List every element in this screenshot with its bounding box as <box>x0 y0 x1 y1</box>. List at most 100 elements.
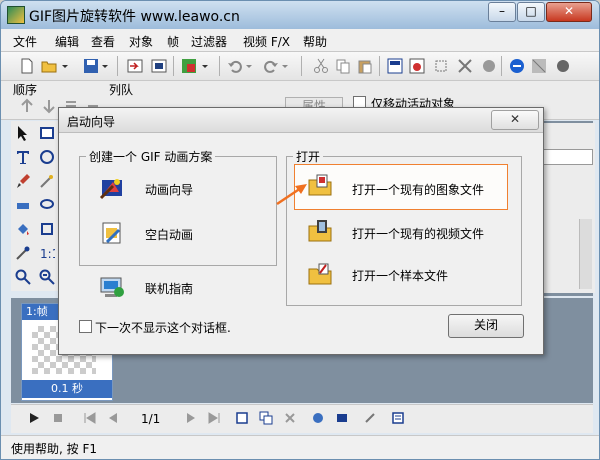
undo-dropdown-icon[interactable] <box>245 58 253 74</box>
open-image-label[interactable]: 打开一个现有的图象文件 <box>352 181 484 198</box>
play-icon[interactable] <box>27 411 41 425</box>
fill-bucket-icon[interactable] <box>15 221 31 237</box>
eyedropper-icon[interactable] <box>15 245 31 261</box>
eraser-icon[interactable] <box>15 197 31 213</box>
animation-wizard-label[interactable]: 动画向导 <box>145 181 193 198</box>
frame-transition-icon[interactable] <box>335 411 349 425</box>
zoom-out-icon[interactable] <box>39 269 55 285</box>
export-icon[interactable] <box>151 58 167 74</box>
transform-icon[interactable] <box>39 221 55 237</box>
redo-dropdown-icon[interactable] <box>281 58 289 74</box>
text-tool-icon[interactable] <box>15 149 31 165</box>
minimize-button[interactable]: – <box>488 2 516 22</box>
dont-show-label: 下一次不显示这个对话框. <box>95 321 231 335</box>
online-guide-label[interactable]: 联机指南 <box>145 280 193 297</box>
playback-bar: 1/1 <box>11 404 593 433</box>
queue-label: 列队 <box>109 83 134 97</box>
copy-icon[interactable] <box>335 58 351 74</box>
web-preview-icon[interactable] <box>509 58 525 74</box>
title-bar: GIF图片旋转软件 www.leawo.cn – □ ✕ <box>1 1 599 29</box>
resize-icon[interactable] <box>457 58 473 74</box>
main-toolbar <box>1 52 599 81</box>
zoom-in-icon[interactable] <box>15 269 31 285</box>
rotate-tool-icon[interactable] <box>39 149 55 165</box>
open-video-icon[interactable] <box>307 218 333 244</box>
create-animation-group: 创建一个 GIF 动画方案 <box>79 148 277 266</box>
open-folder-icon[interactable] <box>41 58 57 74</box>
panel-scrollbar[interactable] <box>579 219 592 289</box>
open-image-icon[interactable] <box>307 172 333 198</box>
delete-frame-icon[interactable] <box>283 411 297 425</box>
optimize-icon[interactable] <box>409 58 425 74</box>
last-frame-icon[interactable] <box>207 411 221 425</box>
menu-file[interactable]: 文件 <box>13 33 37 50</box>
brush-icon[interactable] <box>15 173 31 189</box>
startup-wizard-dialog: 启动向导 ✕ 创建一个 GIF 动画方案 动画向导 空白动画 联机指南 打开 打… <box>58 107 544 355</box>
cut-icon[interactable] <box>313 58 329 74</box>
object-dropdown[interactable] <box>539 149 593 165</box>
frame-duration: 0.1 秒 <box>22 380 112 398</box>
object-panel <box>536 123 595 293</box>
menu-edit[interactable]: 编辑 <box>55 33 79 50</box>
app-window: GIF图片旋转软件 www.leawo.cn – □ ✕ 文件 编辑 查看 对象… <box>0 0 600 460</box>
select-arrow-icon[interactable] <box>15 125 31 141</box>
order-label: 顺序 <box>13 83 38 97</box>
close-button[interactable]: ✕ <box>546 2 592 22</box>
blank-animation-icon[interactable] <box>99 220 125 246</box>
crop-icon[interactable] <box>433 58 449 74</box>
rotate-icon[interactable] <box>481 58 497 74</box>
actual-size-icon[interactable]: 1:1 <box>39 245 55 261</box>
app-icon <box>7 6 25 24</box>
open-video-label[interactable]: 打开一个现有的视频文件 <box>352 225 484 242</box>
move-up-icon[interactable] <box>19 98 35 114</box>
magic-wand-icon[interactable] <box>39 173 55 189</box>
menu-bar: 文件 编辑 查看 对象 帧 过滤器 视频 F/X 帮助 <box>1 29 599 52</box>
animation-wizard-icon[interactable] <box>99 174 125 200</box>
lasso-icon[interactable] <box>39 197 55 213</box>
redo-icon[interactable] <box>263 58 279 74</box>
frame-counter: 1/1 <box>141 412 161 426</box>
pointer-arrow-icon <box>276 184 307 206</box>
image-dropdown-icon[interactable] <box>201 58 209 74</box>
dialog-title: 启动向导 <box>67 115 116 129</box>
frame-list-icon[interactable] <box>391 411 405 425</box>
menu-filters[interactable]: 过滤器 <box>191 33 227 50</box>
menu-view[interactable]: 查看 <box>91 33 115 50</box>
menu-help[interactable]: 帮助 <box>303 33 327 50</box>
frame-effect-icon[interactable] <box>311 411 325 425</box>
frame-properties-icon[interactable] <box>387 58 403 74</box>
maximize-button[interactable]: □ <box>517 2 545 22</box>
save-dropdown-icon[interactable] <box>101 58 109 74</box>
undo-icon[interactable] <box>227 58 243 74</box>
duplicate-frame-icon[interactable] <box>259 411 273 425</box>
next-frame-icon[interactable] <box>185 411 199 425</box>
tool-palette: 1:1 <box>11 121 61 291</box>
menu-frame[interactable]: 帧 <box>167 33 179 50</box>
open-sample-icon[interactable] <box>307 261 333 287</box>
open-group-title: 打开 <box>293 148 324 165</box>
previous-frame-icon[interactable] <box>105 411 119 425</box>
blank-animation-label[interactable]: 空白动画 <box>145 226 193 243</box>
menu-video-fx[interactable]: 视频 F/X <box>243 33 290 50</box>
import-icon[interactable] <box>127 58 143 74</box>
svg-text:1:1: 1:1 <box>40 247 55 261</box>
paste-icon[interactable] <box>357 58 373 74</box>
save-icon[interactable] <box>83 58 99 74</box>
stop-icon[interactable] <box>51 411 65 425</box>
dialog-close-icon[interactable]: ✕ <box>491 110 539 130</box>
open-sample-label[interactable]: 打开一个样本文件 <box>352 267 448 284</box>
online-guide-icon[interactable] <box>99 274 125 300</box>
marquee-select-icon[interactable] <box>39 125 55 141</box>
move-down-icon[interactable] <box>41 98 57 114</box>
menu-object[interactable]: 对象 <box>129 33 153 50</box>
close-dialog-button[interactable]: 关闭 <box>448 314 524 338</box>
preview-icon[interactable] <box>531 58 547 74</box>
add-frame-icon[interactable] <box>235 411 249 425</box>
open-dropdown-icon[interactable] <box>61 58 69 74</box>
new-file-icon[interactable] <box>19 58 35 74</box>
reverse-frames-icon[interactable] <box>363 411 377 425</box>
dont-show-checkbox[interactable] <box>79 320 92 333</box>
help-cursor-icon[interactable] <box>555 58 571 74</box>
image-edit-icon[interactable] <box>181 58 197 74</box>
first-frame-icon[interactable] <box>83 411 97 425</box>
